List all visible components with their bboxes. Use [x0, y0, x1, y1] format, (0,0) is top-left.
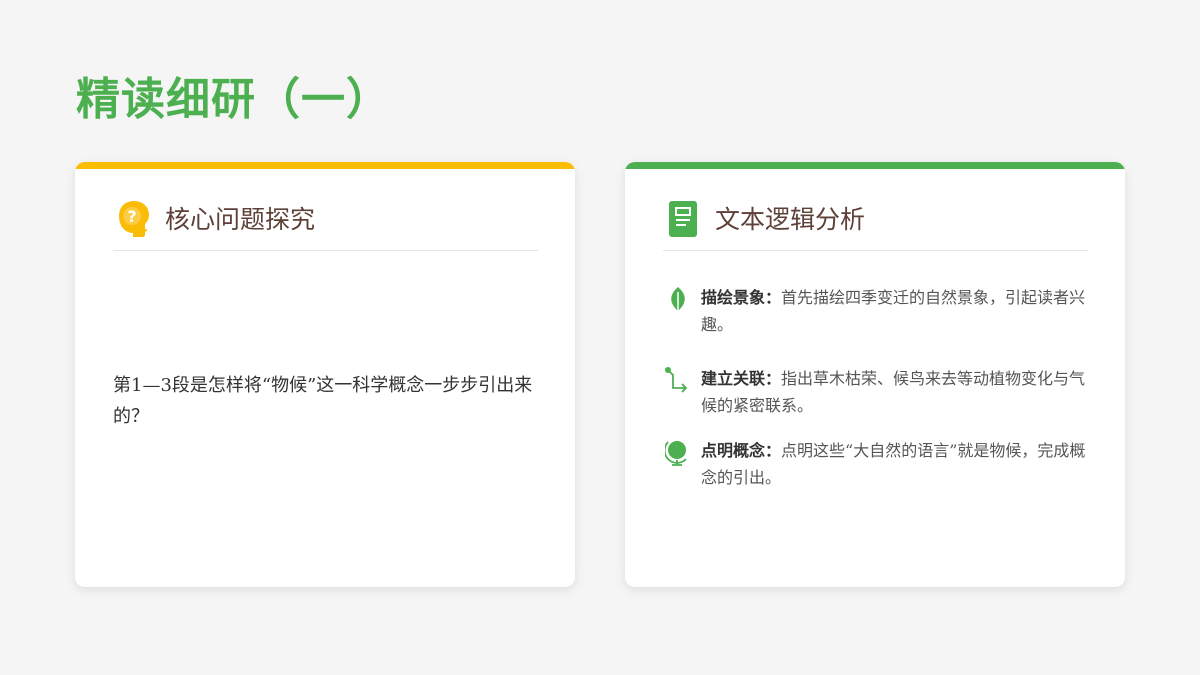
core-question-card: ? 核心问题探究 第1—3段是怎样将“物候”这一科学概念一步步引出来的？	[75, 162, 575, 587]
card-accent-bar	[75, 162, 575, 169]
globe-icon	[665, 441, 687, 466]
document-icon	[669, 201, 697, 237]
point-label: 建立关联：	[701, 369, 782, 388]
analysis-point-2: 建立关联：指出草木枯荣、候鸟来去等动植物变化与气候的紧密联系。	[665, 365, 1095, 419]
card-title: 核心问题探究	[165, 205, 316, 234]
card-accent-bar	[625, 162, 1125, 169]
connector-arrow-icon	[665, 367, 688, 393]
question-text: 第1—3段是怎样将“物候”这一科学概念一步步引出来的？	[113, 375, 533, 427]
page-title: 精读细研（一）	[76, 74, 391, 125]
card-header: ? 核心问题探究	[113, 200, 538, 251]
point-label: 点明概念：	[701, 441, 782, 460]
point-label: 描绘景象：	[701, 288, 782, 307]
head-question-icon: ?	[119, 201, 149, 237]
card-title: 文本逻辑分析	[715, 205, 866, 234]
leaf-icon	[671, 287, 685, 314]
logic-analysis-card: 文本逻辑分析 描绘景象：首先描绘四季变迁的自然景象，引起读者兴趣。 建立关联：指…	[625, 162, 1125, 587]
analysis-point-1: 描绘景象：首先描绘四季变迁的自然景象，引起读者兴趣。	[665, 284, 1095, 338]
card-header: 文本逻辑分析	[663, 200, 1088, 251]
svg-text:?: ?	[127, 207, 136, 226]
analysis-point-3: 点明概念：点明这些“大自然的语言”就是物候，完成概念的引出。	[665, 437, 1095, 491]
